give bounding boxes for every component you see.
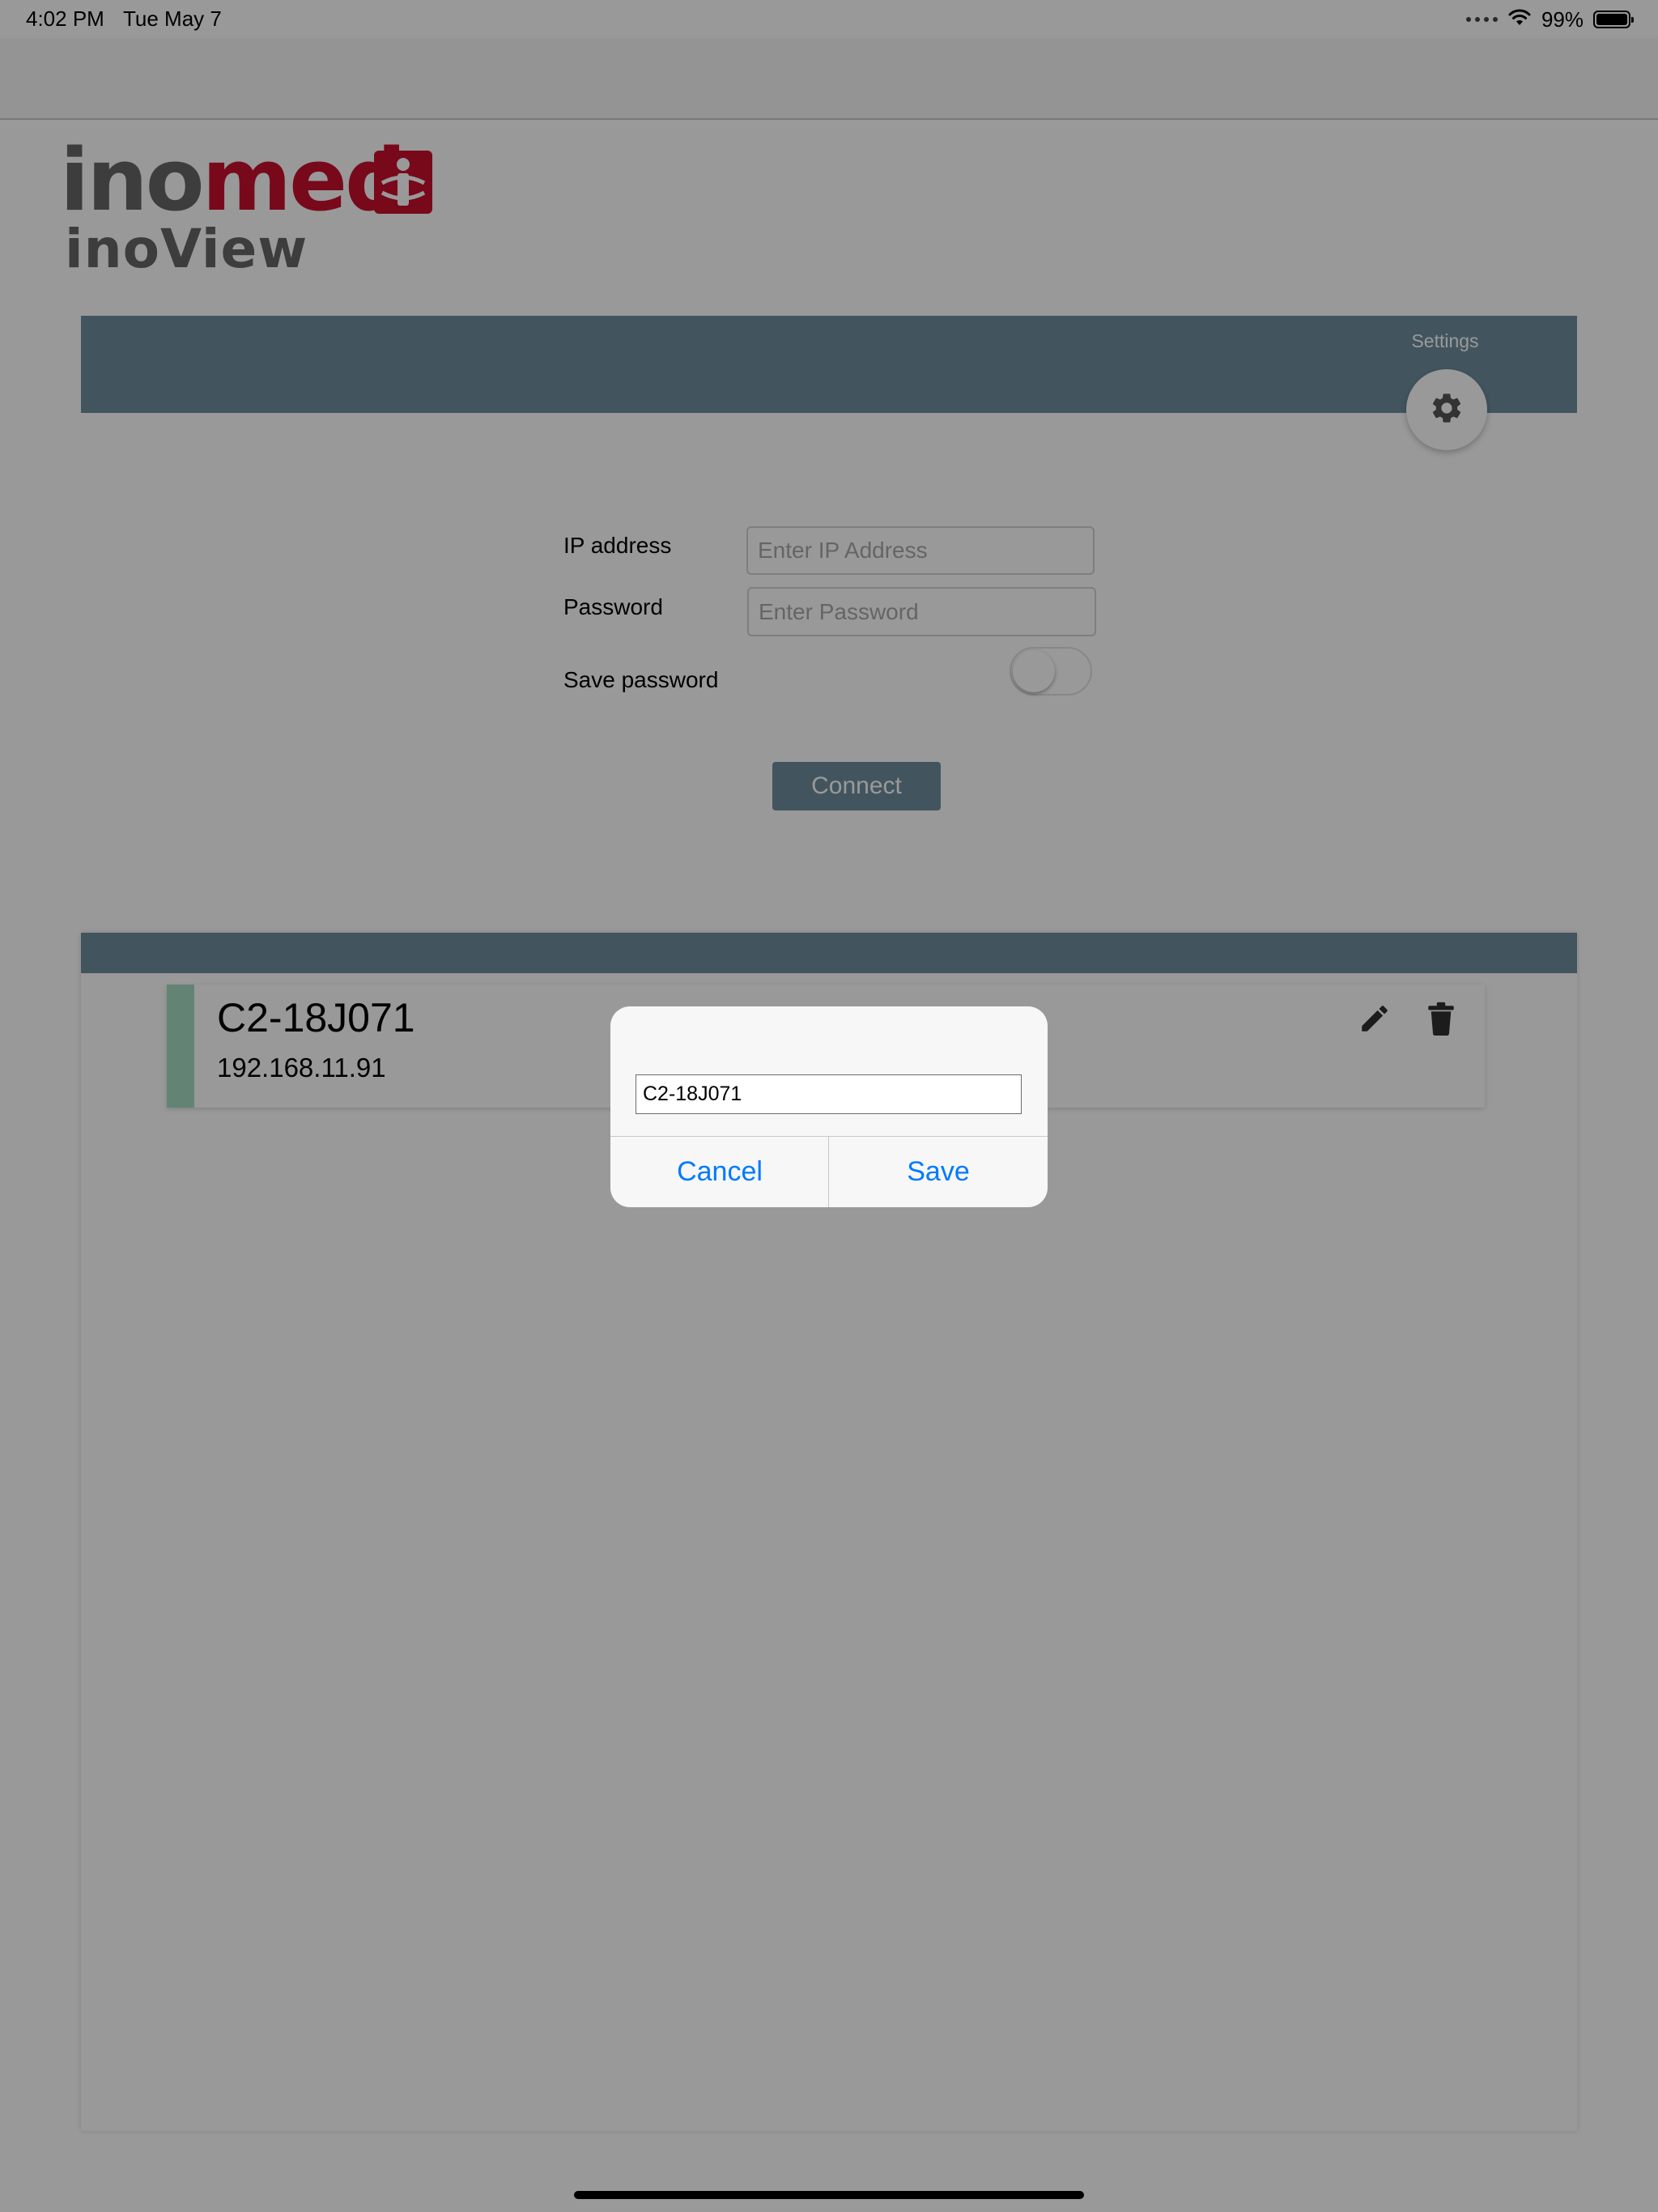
home-indicator[interactable] [574, 2191, 1084, 2199]
rename-input[interactable] [636, 1074, 1022, 1114]
save-button[interactable]: Save [829, 1137, 1048, 1207]
rename-dialog: Cancel Save [610, 1006, 1048, 1207]
cancel-button[interactable]: Cancel [610, 1137, 829, 1207]
